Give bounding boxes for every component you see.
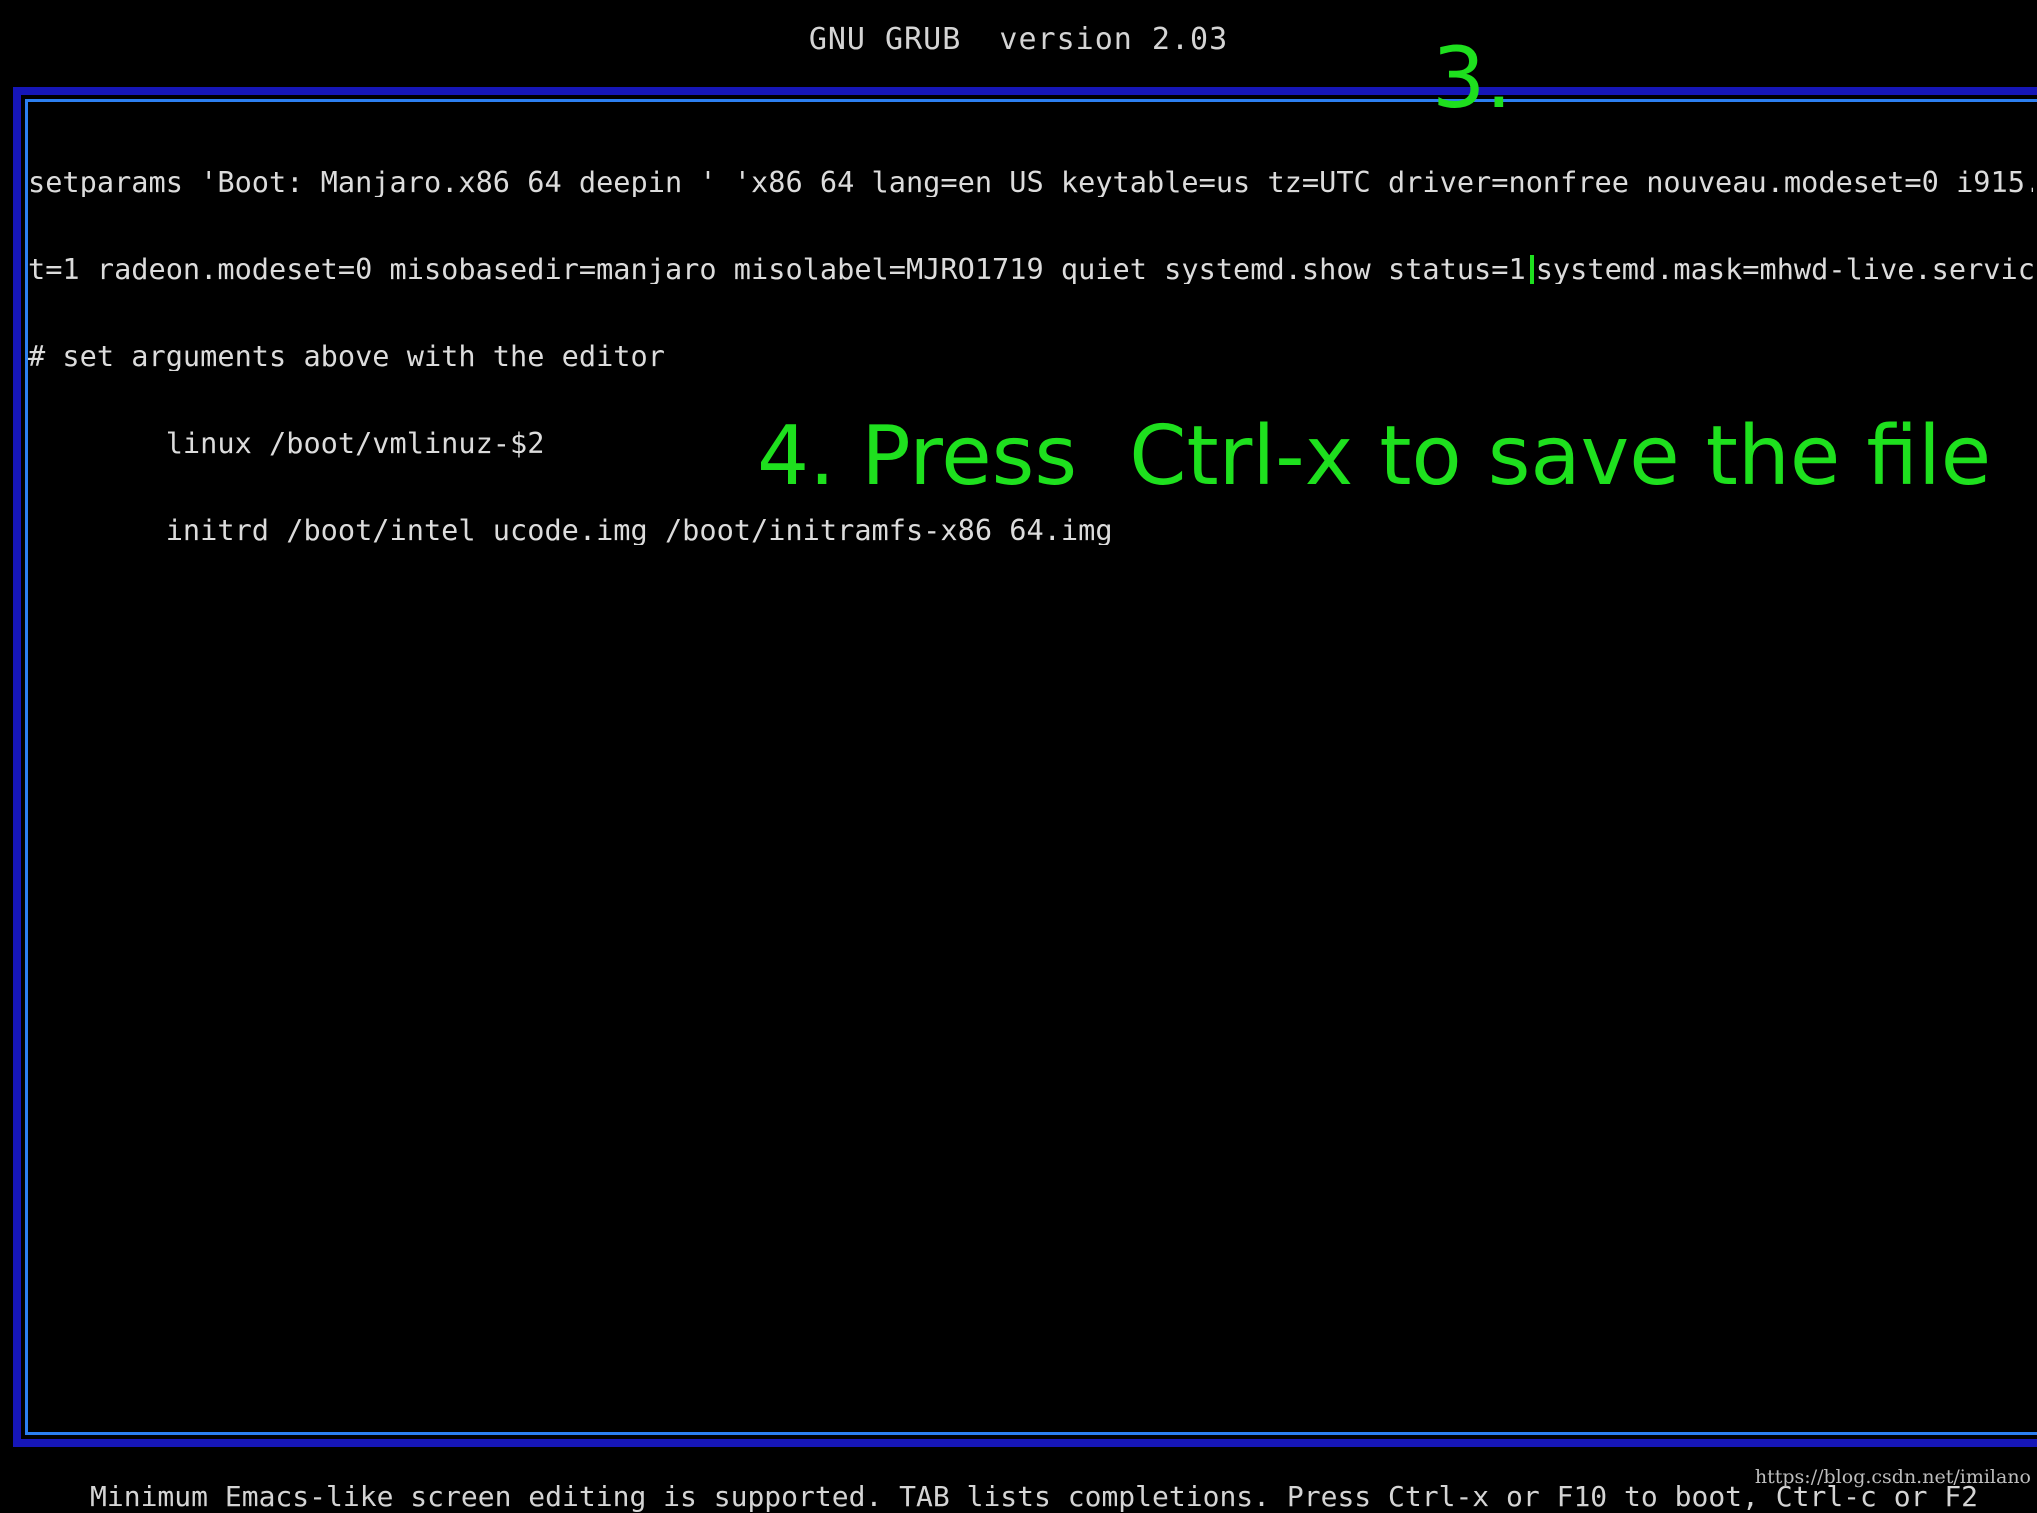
highlight-box-systemd-mask: systemd.mask=mhwd-live.service_ [1529, 255, 2033, 284]
annotation-step-4: 4. Press Ctrl-x to save the file [757, 409, 1992, 504]
editor-line-1[interactable]: setparams 'Boot: Manjaro.x86_64 deepin '… [28, 168, 2033, 197]
editor-line-2[interactable]: t=1 radeon.modeset=0 misobasedir=manjaro… [28, 255, 2033, 284]
highlighted-kernel-parameter[interactable]: systemd.mask=mhwd-live.service [1536, 255, 2033, 284]
grub-version-title: GNU GRUB version 2.03 [808, 22, 1229, 57]
editor-line-3[interactable]: # set arguments above with the editor [28, 342, 2033, 371]
editor-line-5[interactable]: initrd /boot/intel_ucode.img /boot/initr… [28, 516, 2033, 545]
annotation-step-3: 3. [1432, 29, 1513, 127]
editor-help-footer: Minimum Emacs-like screen editing is sup… [90, 1480, 1979, 1513]
grub-editor[interactable]: setparams 'Boot: Manjaro.x86_64 deepin '… [28, 110, 2033, 574]
editor-line-2-text[interactable]: t=1 radeon.modeset=0 misobasedir=manjaro… [28, 255, 1526, 284]
watermark: https://blog.csdn.net/imilano [1754, 1466, 2031, 1488]
